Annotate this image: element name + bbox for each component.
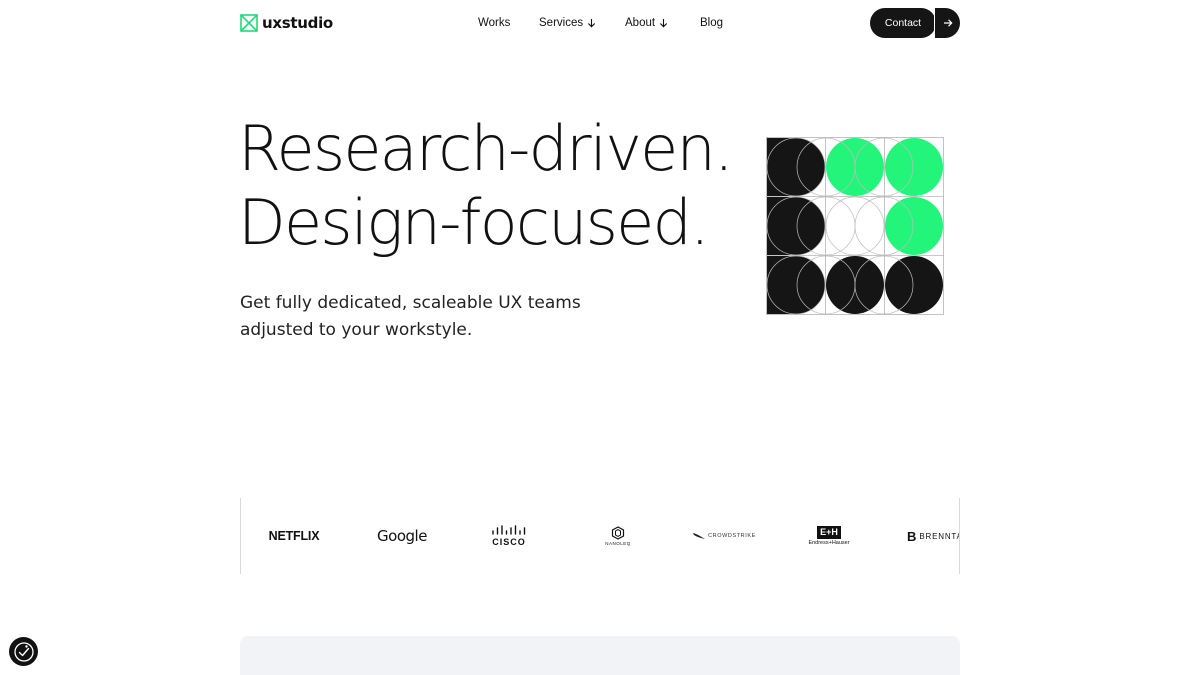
logo-nanoleq: NANOLEQ [593, 498, 643, 574]
main-nav: Works Services About Blog [0, 15, 1200, 31]
logo-crowdstrike: CROWDSTRIKE [689, 498, 759, 574]
nav-label: Services [539, 17, 584, 29]
hero-title: Research-driven. Design-focused. [238, 112, 734, 260]
hero-title-line2: Design-focused. [238, 186, 710, 259]
contact-group: Contact [870, 8, 960, 38]
logo-cisco-text: CISCO [492, 537, 526, 547]
next-section-card [240, 636, 960, 675]
green-circle [885, 197, 943, 255]
logo-crowdstrike-text: CROWDSTRIKE [708, 533, 756, 539]
arrow-down-icon [588, 19, 596, 28]
arrow-right-icon [943, 19, 953, 27]
contact-button[interactable]: Contact [870, 8, 936, 38]
logo-brenntag-text: BRENNTAG [919, 531, 959, 541]
arrow-down-icon [659, 19, 668, 28]
logo-eh-mark: E+H [817, 526, 841, 539]
green-circle [885, 138, 943, 196]
client-logos: NETFLIX Google CISCO NANOLEQ CROWDSTRIKE… [240, 498, 960, 574]
nav-item-blog[interactable]: Blog [700, 15, 723, 31]
logo-endress-hauser: E+H Endress+Hauser [801, 498, 857, 574]
logo-nanoleq-text: NANOLEQ [605, 541, 631, 546]
logo-brenntag-mark: B [907, 528, 917, 544]
hero-title-line1: Research-driven. [238, 112, 734, 185]
logo-netflix: NETFLIX [263, 498, 325, 574]
crowdstrike-falcon-icon [693, 533, 706, 539]
logo-cisco: CISCO [481, 498, 537, 574]
nanoleq-hex-icon [611, 526, 625, 540]
accessibility-icon [13, 641, 34, 662]
accessibility-button[interactable] [9, 637, 38, 666]
nav-item-services[interactable]: Services [539, 15, 596, 31]
logo-brenntag: B BRENNTAG [907, 498, 959, 574]
hero-grid-graphic [766, 137, 944, 315]
site-header: uxstudio Works Services About Blog Conta… [0, 0, 1200, 45]
logo-google-text: Google [377, 527, 427, 545]
logo-google: Google [371, 498, 433, 574]
contact-arrow-button[interactable] [934, 8, 960, 38]
cisco-bars-icon [492, 525, 526, 535]
dark-circle [885, 256, 943, 314]
hero-subtitle: Get fully dedicated, scaleable UX teams … [240, 290, 640, 344]
nav-label: About [625, 17, 656, 29]
nav-label: Blog [700, 17, 724, 29]
nav-label: Works [478, 17, 511, 29]
nav-item-about[interactable]: About [625, 15, 668, 31]
nav-item-works[interactable]: Works [478, 15, 510, 31]
logo-endress-text: Endress+Hauser [808, 540, 850, 546]
hero-subtitle-line2: adjusted to your workstyle. [240, 320, 473, 340]
hero-subtitle-line1: Get fully dedicated, scaleable UX teams [240, 293, 581, 313]
logo-netflix-text: NETFLIX [268, 529, 320, 543]
